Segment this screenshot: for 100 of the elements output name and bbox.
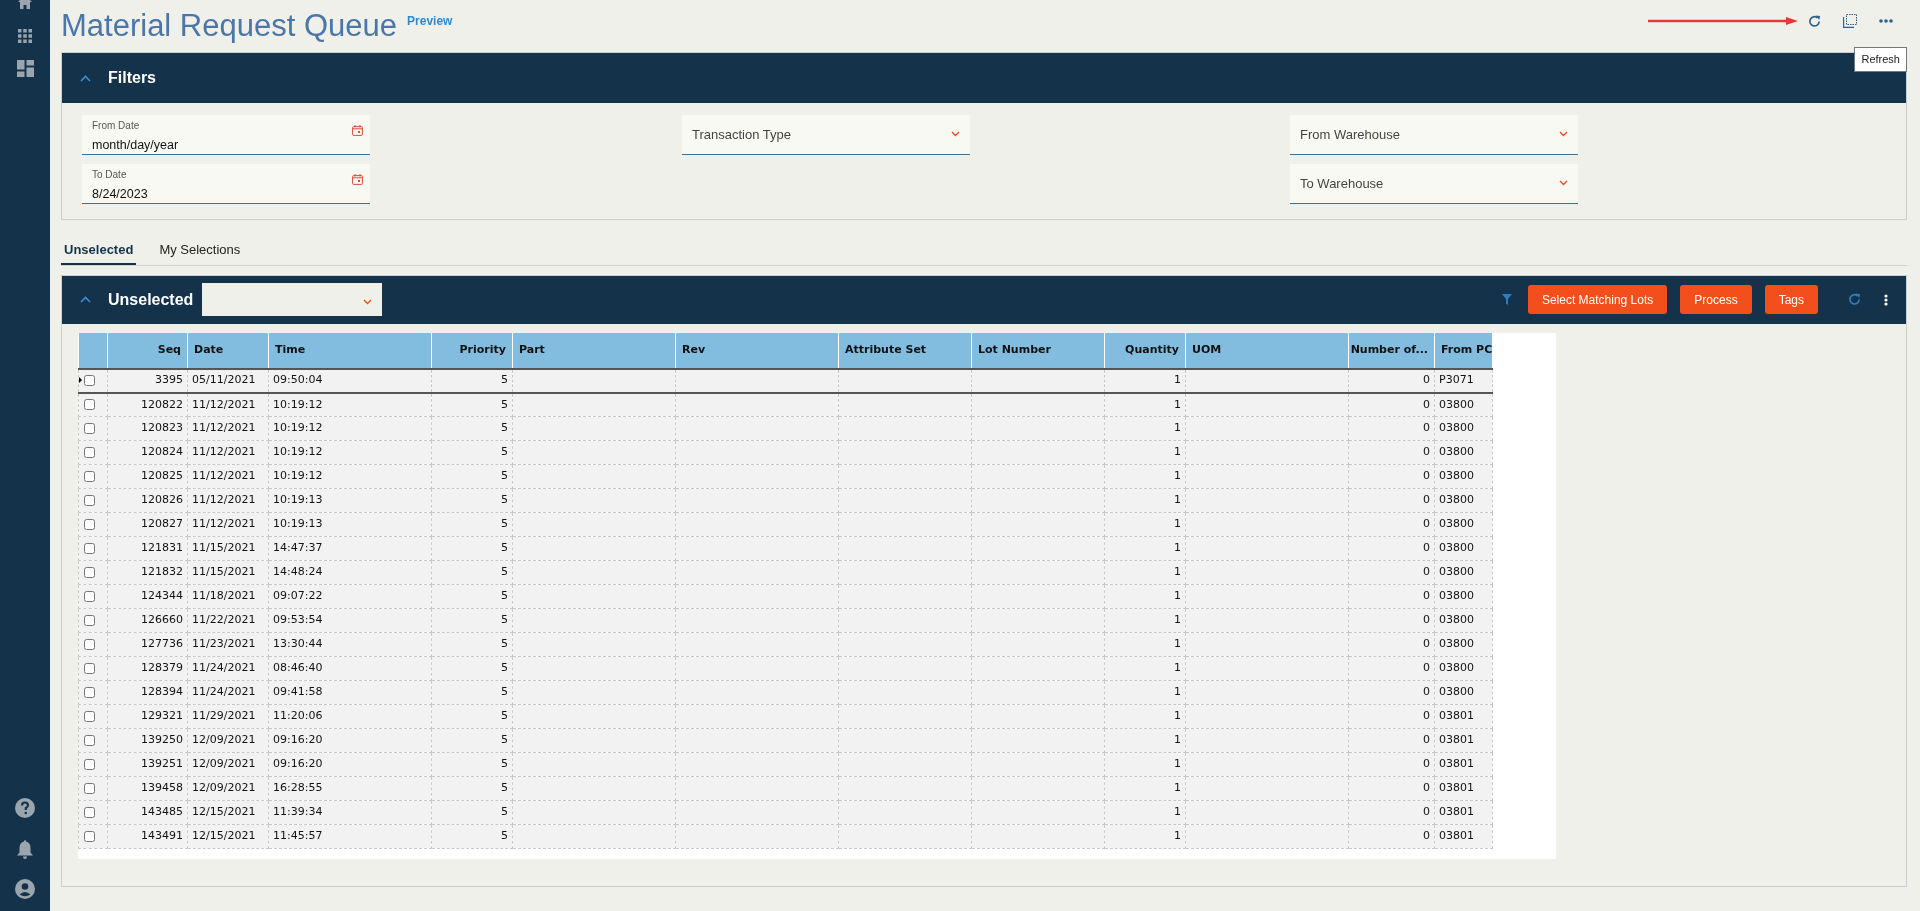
column-header[interactable]: UOM <box>1185 332 1349 369</box>
column-header[interactable]: Seq <box>107 332 188 369</box>
collapse-chevron-icon[interactable] <box>80 74 91 82</box>
tab[interactable]: Unselected <box>61 238 137 265</box>
row-checkbox[interactable] <box>84 494 95 506</box>
column-header[interactable]: Time <box>268 332 432 369</box>
column-header[interactable]: From PC <box>1434 332 1493 369</box>
column-header[interactable]: Attribute Set <box>838 332 972 369</box>
table-cell: 5 <box>431 536 513 561</box>
help-icon[interactable] <box>15 798 35 818</box>
column-header[interactable]: Priority <box>431 332 513 369</box>
row-checkbox[interactable] <box>84 734 95 746</box>
column-header[interactable]: Rev <box>675 332 839 369</box>
table-cell: 11/12/2021 <box>187 464 269 489</box>
row-checkbox[interactable] <box>84 518 95 530</box>
table-cell: 11:39:34 <box>268 800 432 825</box>
row-pointer-icon <box>79 376 82 385</box>
row-checkbox[interactable] <box>84 830 95 842</box>
table-cell: 5 <box>431 728 513 753</box>
table-cell: 12/09/2021 <box>187 728 269 753</box>
table-cell: 5 <box>431 752 513 777</box>
action-button[interactable]: Tags <box>1764 285 1818 314</box>
table-cell: 0 <box>1348 680 1435 705</box>
date-field[interactable]: To Date 8/24/2023 <box>82 164 370 204</box>
calendar-icon[interactable] <box>352 174 363 185</box>
dropdown-field[interactable]: From Warehouse <box>1290 115 1578 155</box>
table-cell: 129321 <box>107 704 188 729</box>
table-cell: 11/12/2021 <box>187 512 269 537</box>
table-cell: 10:19:13 <box>268 512 432 537</box>
table-cell: 11/23/2021 <box>187 632 269 657</box>
tab[interactable]: My Selections <box>156 238 244 265</box>
row-checkbox[interactable] <box>84 662 95 674</box>
kebab-menu-icon[interactable] <box>1884 293 1888 306</box>
table-cell: 09:16:20 <box>268 728 432 753</box>
table-cell: 03800 <box>1434 632 1493 657</box>
date-input[interactable]: 8/24/2023 <box>92 185 322 204</box>
row-checkbox[interactable] <box>84 758 95 770</box>
table-cell: 5 <box>431 704 513 729</box>
column-header[interactable]: Number of... <box>1348 332 1435 369</box>
refresh-icon[interactable] <box>1848 293 1861 306</box>
date-field[interactable]: From Date month/day/year <box>82 115 370 155</box>
table-cell: 0 <box>1348 800 1435 825</box>
collapse-chevron-icon[interactable] <box>80 296 91 303</box>
row-checkbox[interactable] <box>84 542 95 554</box>
table-cell: 12/09/2021 <box>187 776 269 801</box>
table-cell: 0 <box>1348 776 1435 801</box>
table-cell: 1 <box>1104 464 1186 489</box>
user-avatar-icon[interactable] <box>15 879 35 899</box>
table-cell: 11/12/2021 <box>187 416 269 441</box>
calendar-icon[interactable] <box>352 125 363 136</box>
table-cell: 1 <box>1104 368 1186 393</box>
table-cell: 0 <box>1348 824 1435 849</box>
row-checkbox[interactable] <box>84 470 95 482</box>
row-checkbox[interactable] <box>84 686 95 698</box>
column-header[interactable]: Quantity <box>1104 332 1186 369</box>
column-header[interactable]: Lot Number <box>971 332 1105 369</box>
table-cell: 03801 <box>1434 752 1493 777</box>
table-cell: 11:20:06 <box>268 704 432 729</box>
table-cell: 0 <box>1348 488 1435 513</box>
row-checkbox[interactable] <box>84 638 95 650</box>
row-checkbox[interactable] <box>84 782 95 794</box>
action-button[interactable]: Select Matching Lots <box>1527 285 1668 314</box>
action-button[interactable]: Process <box>1680 285 1752 314</box>
apps-grid-icon[interactable] <box>18 29 32 43</box>
column-header[interactable]: Part <box>512 332 676 369</box>
table-cell: 09:41:58 <box>268 680 432 705</box>
table-cell: 127736 <box>107 632 188 657</box>
table-cell: 03801 <box>1434 776 1493 801</box>
table-cell: 3395 <box>107 368 188 393</box>
table-cell: 11/15/2021 <box>187 560 269 585</box>
table-cell: 09:53:54 <box>268 608 432 633</box>
row-checkbox[interactable] <box>84 422 95 434</box>
selection-icon[interactable] <box>1843 14 1857 28</box>
row-checkbox[interactable] <box>84 710 95 722</box>
row-checkbox[interactable] <box>84 446 95 458</box>
table-cell: 03800 <box>1434 440 1493 465</box>
table-cell: 1 <box>1104 584 1186 609</box>
field-label: From Date <box>92 120 141 132</box>
dashboard-icon[interactable] <box>16 60 34 77</box>
page-title: Material Request Queue <box>61 7 398 45</box>
column-header[interactable]: Date <box>187 332 269 369</box>
row-checkbox[interactable] <box>84 614 95 626</box>
row-checkbox[interactable] <box>84 590 95 602</box>
table-cell: 5 <box>431 824 513 849</box>
more-icon[interactable] <box>1879 19 1893 23</box>
table-cell: 120822 <box>107 392 188 417</box>
row-checkbox[interactable] <box>84 399 95 410</box>
row-checkbox[interactable] <box>84 374 95 386</box>
bell-icon[interactable] <box>17 840 33 859</box>
table-cell: 10:19:13 <box>268 488 432 513</box>
dropdown-field[interactable]: Transaction Type <box>682 115 970 155</box>
row-checkbox[interactable] <box>84 806 95 818</box>
row-checkbox[interactable] <box>84 566 95 578</box>
date-input[interactable]: month/day/year <box>92 136 322 155</box>
filter-icon[interactable] <box>1501 294 1512 305</box>
home-icon[interactable] <box>17 0 33 10</box>
table-cell: 0 <box>1348 440 1435 465</box>
refresh-icon[interactable] <box>1808 14 1821 28</box>
dropdown-field[interactable]: To Warehouse <box>1290 164 1578 204</box>
table-cell: 0 <box>1348 704 1435 729</box>
